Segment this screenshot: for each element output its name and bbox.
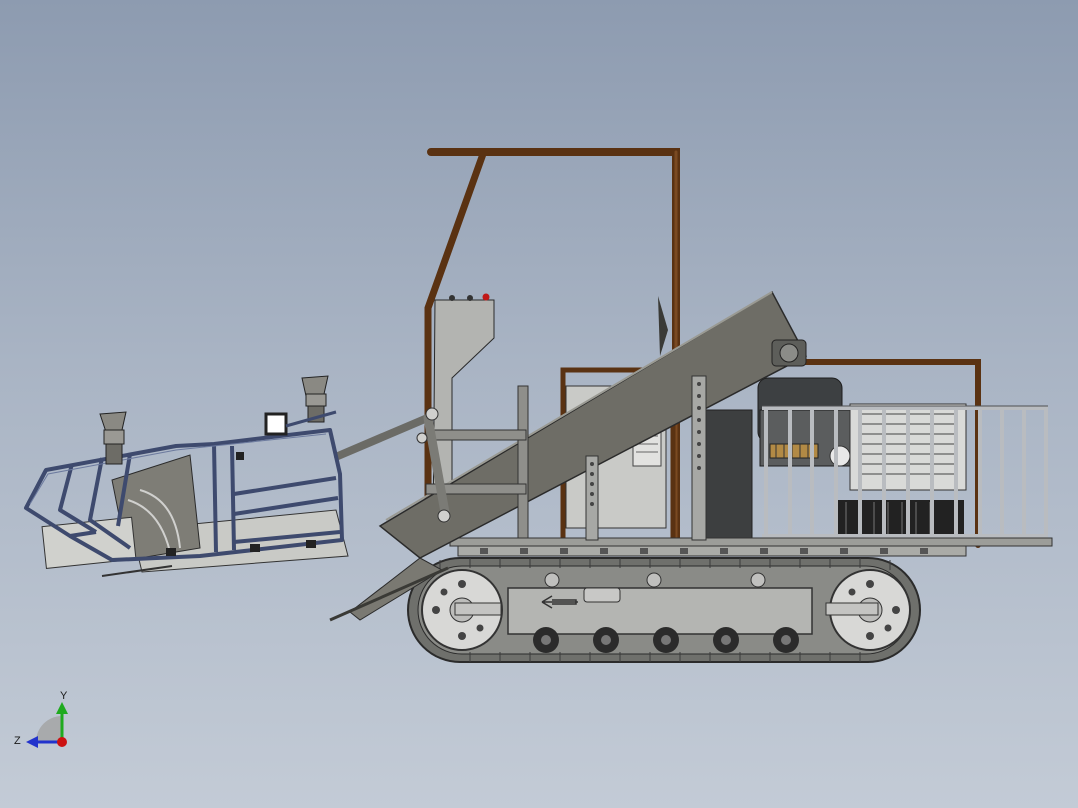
z-axis-label: Z: [14, 735, 21, 747]
emergency-stop-icon[interactable]: [482, 293, 490, 301]
y-axis-arrowhead-icon: [56, 702, 68, 714]
crawler-track[interactable]: [407, 557, 921, 663]
view-orientation-triad[interactable]: Y Z: [14, 690, 68, 748]
chassis-deck: [449, 537, 1053, 557]
panel-knob-icon[interactable]: [449, 295, 455, 301]
x-axis-origin-icon: [57, 737, 67, 747]
cad-viewport[interactable]: Y Z: [0, 0, 1078, 808]
harvester-model[interactable]: Y Z: [0, 0, 1078, 808]
panel-knob-icon[interactable]: [467, 295, 473, 301]
y-axis-label: Y: [60, 690, 68, 702]
seed-hopper-left: [99, 411, 127, 465]
cutting-header[interactable]: [24, 375, 349, 577]
z-axis-arrowhead-icon: [26, 736, 38, 748]
